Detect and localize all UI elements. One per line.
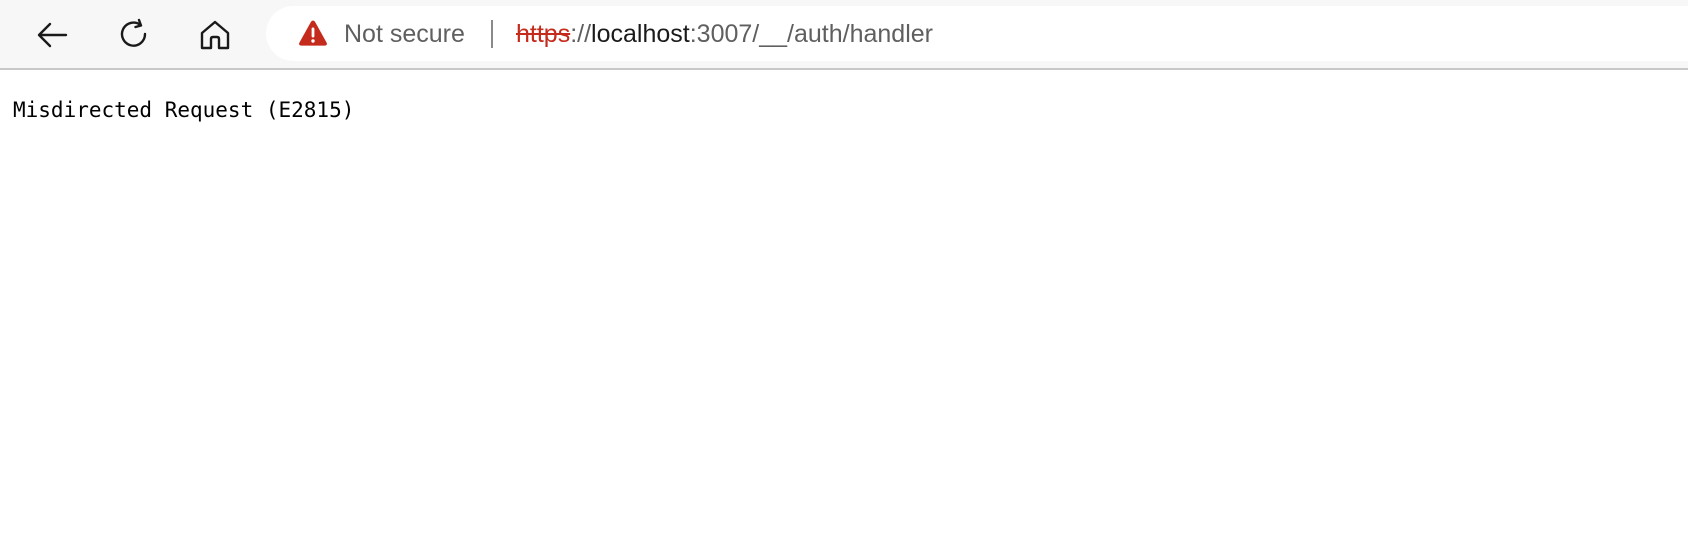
reload-icon [120,18,147,47]
browser-toolbar: Not secure https://localhost:3007/__/aut… [0,0,1688,70]
url-separator: :// [570,20,592,48]
url-host: localhost [591,20,690,48]
reload-button[interactable] [110,11,158,59]
arrow-left-icon [37,22,68,48]
security-status-label[interactable]: Not secure [344,19,465,49]
warning-triangle-icon[interactable] [298,19,328,47]
address-bar[interactable]: Not secure https://localhost:3007/__/aut… [266,6,1688,61]
home-icon [200,20,230,50]
url-path: :3007/__/auth/handler [689,20,933,48]
back-button[interactable] [29,11,77,59]
error-message: Misdirected Request (E2815) [13,98,355,122]
home-button[interactable] [191,11,239,59]
address-divider [491,20,493,48]
url-text[interactable]: https://localhost:3007/__/auth/handler [516,19,933,49]
url-scheme: https [516,20,571,48]
